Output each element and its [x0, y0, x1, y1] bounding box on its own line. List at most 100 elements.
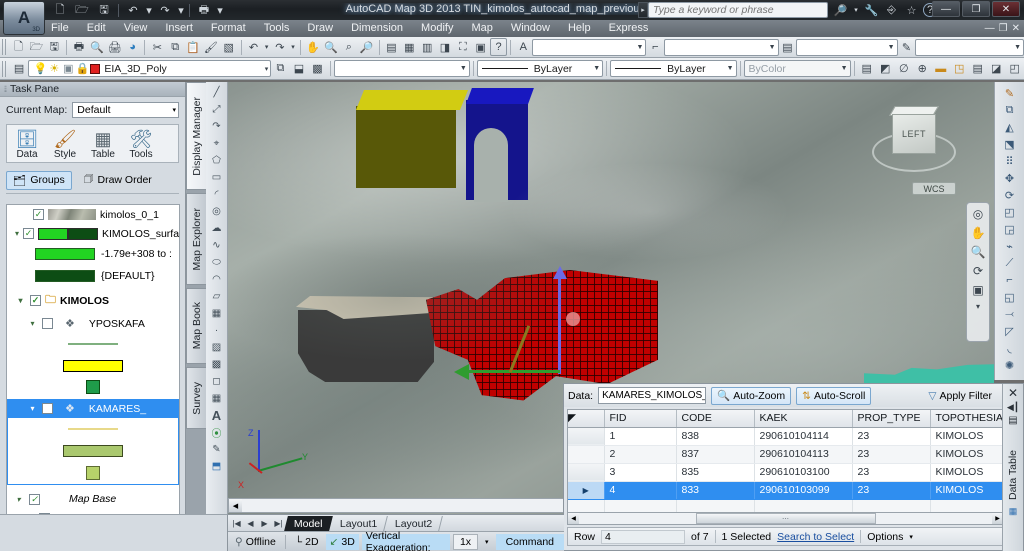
save-drawing-icon[interactable]: 🖫	[45, 38, 63, 56]
map-explorer-tab[interactable]: Map Explorer	[186, 193, 206, 285]
construction-line-icon[interactable]: ⤢	[208, 101, 226, 117]
expander-icon[interactable]: ▾	[27, 404, 38, 413]
cell-code[interactable]: 837	[676, 445, 755, 464]
doc-restore-button[interactable]: ❐	[999, 23, 1008, 34]
multileader-style-combo[interactable]: ▼	[915, 38, 1024, 56]
help-icon[interactable]: ?	[489, 38, 508, 56]
search-input[interactable]	[653, 4, 827, 16]
redo-icon[interactable]: ↷	[271, 38, 289, 56]
task-pane-grip[interactable]: ⦙⦙	[4, 84, 7, 95]
3dprint-icon[interactable]: ◕	[124, 38, 142, 56]
plot-preview-icon[interactable]: 🔍	[88, 38, 106, 56]
insert-block-icon[interactable]: ▱	[208, 288, 226, 304]
style-tool[interactable]: 🖌 Style	[47, 129, 83, 160]
hatch-icon[interactable]: ▨	[208, 339, 226, 355]
make-block-icon[interactable]: ▦	[208, 305, 226, 321]
layer-off-icon[interactable]: ∅	[894, 60, 913, 78]
gizmo-z-arrow[interactable]	[553, 266, 567, 279]
zoom-icon[interactable]: 🔍	[971, 245, 986, 259]
sign-in-icon[interactable]: ⎆	[883, 2, 900, 18]
layer-combo[interactable]: 💡 ☀ ▣ 🔒 EIA_3D_Poly ▾	[28, 60, 272, 77]
column-header-kaek[interactable]: KAEK	[754, 410, 853, 428]
stretch-icon[interactable]: ◲	[1000, 221, 1020, 237]
chevron-down-icon[interactable]: ▼	[456, 65, 467, 72]
expander-icon[interactable]: ▾	[27, 319, 38, 328]
cell-prop-type[interactable]: 23	[852, 481, 931, 500]
panel-menu-icon[interactable]: ▤	[1008, 415, 1017, 426]
menu-insert[interactable]: Insert	[156, 20, 202, 37]
data-table-tab-label[interactable]: Data Table	[1007, 450, 1019, 500]
color-combo[interactable]: ByLayer ▼	[476, 60, 604, 77]
break-icon[interactable]: ◱	[1000, 289, 1020, 305]
cell-fid[interactable]: 4	[604, 481, 677, 500]
move-gizmo[interactable]	[454, 266, 618, 392]
point-icon[interactable]: ·	[208, 322, 226, 338]
cell-code[interactable]: 835	[676, 463, 755, 482]
copy-object-icon[interactable]: ⧉	[1000, 102, 1020, 118]
prev-layout-icon[interactable]: ◀	[244, 516, 257, 530]
auto-hide-icon[interactable]: ◀┃	[1007, 402, 1019, 413]
olive-solid[interactable]	[355, 90, 469, 188]
expander-icon[interactable]: ▾	[15, 229, 19, 238]
search-dropdown-icon[interactable]: ▾	[852, 2, 860, 18]
orbit-icon[interactable]: ⟳	[973, 264, 983, 278]
explode-icon[interactable]: ✺	[1000, 357, 1020, 373]
external-references-icon[interactable]: ▣	[472, 38, 490, 56]
data-source-combo[interactable]: KAMARES_KIMOLOS_CA ▾	[598, 387, 707, 404]
layer-previous-icon[interactable]: ⧉	[271, 60, 290, 78]
polygon-icon[interactable]: ⬠	[208, 152, 226, 168]
cell-prop-type[interactable]: 23	[852, 427, 931, 446]
cell-kaek[interactable]: 290610103100	[754, 463, 853, 482]
menu-draw[interactable]: Draw	[298, 20, 342, 37]
vertical-exaggeration-dropdown-icon[interactable]: ▾	[481, 534, 493, 550]
tree-item-kamares[interactable]: ▾ ❖ KAMARES_	[7, 399, 179, 418]
layer-delete-icon[interactable]: ◳	[950, 60, 969, 78]
menu-modify[interactable]: Modify	[412, 20, 462, 37]
redo-dropdown-icon[interactable]: ▾	[289, 38, 298, 56]
checkbox-kamares[interactable]	[42, 403, 53, 414]
column-header-fid[interactable]: FID	[604, 410, 677, 428]
blue-solid[interactable]	[466, 88, 534, 202]
save-icon[interactable]: 🖫	[94, 2, 114, 19]
match-properties-icon[interactable]: 🖌	[202, 38, 220, 56]
new-drawing-icon[interactable]: 🗋	[10, 38, 28, 56]
table-row[interactable]: 1 838 290610104114 23 KIMOLOS	[568, 427, 1003, 446]
multileader-style-icon[interactable]: ✎	[898, 38, 916, 56]
column-header-topothesia[interactable]: TOPOTHESIA	[930, 410, 1003, 428]
cell-kaek[interactable]: 290610104114	[754, 427, 853, 446]
layer-freeze-icon[interactable]: ☀	[47, 61, 61, 76]
doc-minimize-button[interactable]: —	[985, 23, 995, 34]
column-header-prop-type[interactable]: PROP_TYPE	[852, 410, 931, 428]
view-cube[interactable]: LEFT	[870, 98, 958, 194]
mirror-icon[interactable]: ◭	[1000, 119, 1020, 135]
layer-walk-icon[interactable]: ▤	[968, 60, 987, 78]
close-button[interactable]: ✕	[992, 1, 1020, 17]
doc-close-button[interactable]: ✕	[1012, 23, 1020, 34]
expander-icon[interactable]: ▾	[15, 296, 26, 305]
markup-set-icon[interactable]: ⛶	[454, 38, 472, 56]
region-icon[interactable]: ◻	[208, 373, 226, 389]
cell-prop-type[interactable]: 23	[852, 445, 931, 464]
groups-tab[interactable]: 🗂 Groups	[6, 170, 72, 190]
toolbar-grip[interactable]	[2, 39, 8, 55]
last-layout-icon[interactable]: ▶|	[272, 516, 285, 530]
dimension-style-icon[interactable]: ⌐	[646, 38, 664, 56]
layer-filter-combo[interactable]: ▼	[333, 60, 470, 77]
search-history-dropdown-icon[interactable]: ▸	[638, 2, 648, 18]
cell-code[interactable]: 833	[676, 481, 755, 500]
text-style-combo[interactable]: ▼	[532, 38, 647, 56]
revision-cloud-icon[interactable]: ☁	[208, 220, 226, 236]
command-button[interactable]: Command	[495, 533, 564, 550]
current-map-combo[interactable]: Default ▾	[72, 102, 179, 118]
extend-icon[interactable]: ⟋	[1000, 255, 1020, 271]
zoom-window-icon[interactable]: ⌕	[340, 38, 358, 56]
layer-vp-freeze-icon[interactable]: ▣	[61, 61, 75, 76]
polyline-icon[interactable]: ↷	[208, 118, 226, 134]
properties-panel-icon[interactable]: ▤	[857, 60, 876, 78]
create-feature-icon[interactable]: ⬒	[208, 458, 226, 474]
cell-kaek[interactable]: 290610103099	[754, 481, 853, 500]
fillet-icon[interactable]: ◟	[1000, 340, 1020, 356]
undo-icon[interactable]: ↶	[245, 38, 263, 56]
add-point-feature-icon[interactable]: ⦿	[208, 424, 226, 440]
cell-topothesia[interactable]: KIMOLOS	[930, 445, 1003, 464]
